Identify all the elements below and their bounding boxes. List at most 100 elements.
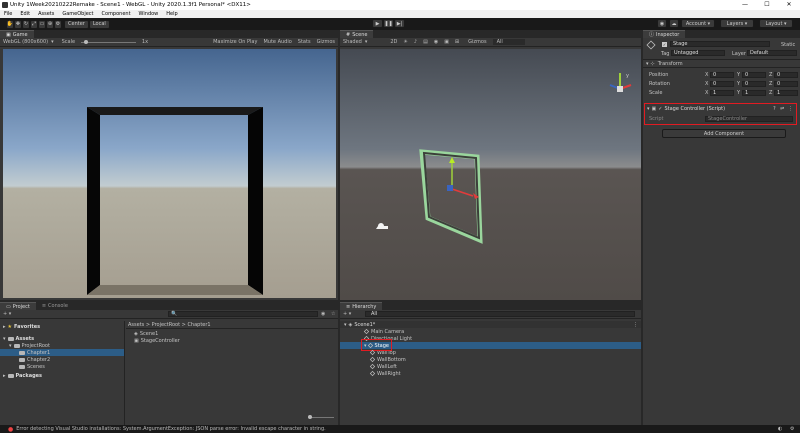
active-checkbox[interactable]: ✓	[662, 42, 667, 47]
tab-scene[interactable]: # Scene	[340, 30, 374, 38]
play-button[interactable]: ▶	[372, 19, 383, 28]
position-x-field[interactable]: 0	[710, 71, 734, 78]
scale-x-field[interactable]: 1	[710, 89, 734, 96]
scale-slider[interactable]	[81, 39, 136, 44]
step-button[interactable]: ▶|	[394, 19, 405, 28]
display-dropdown[interactable]: WebGL (800x600)	[3, 39, 48, 45]
layer-dropdown[interactable]: Default	[747, 50, 797, 56]
minimize-button[interactable]: —	[734, 0, 756, 10]
stats-toggle[interactable]: Stats	[298, 39, 311, 45]
help-icon[interactable]: ?	[773, 106, 776, 112]
component-enabled-checkbox[interactable]: ✓	[658, 106, 662, 112]
collab-icon[interactable]: ◉	[657, 19, 667, 28]
maximize-button[interactable]: ☐	[756, 0, 778, 10]
rotation-z-field[interactable]: 0	[774, 80, 798, 87]
orientation-gizmo[interactable]: y	[609, 73, 632, 92]
tab-game[interactable]: ▣ Game	[0, 30, 34, 38]
scene-root-item[interactable]: ▾ ◈ Scene1* ⋮	[340, 321, 641, 328]
menu-window[interactable]: Window	[139, 11, 159, 17]
tag-dropdown[interactable]: Untagged	[671, 50, 725, 56]
menu-edit[interactable]: Edit	[20, 11, 30, 17]
rotate-tool-button[interactable]: ↻	[22, 19, 30, 29]
hierarchy-item-main-camera[interactable]: Main Camera	[340, 328, 641, 335]
hierarchy-item-wallright[interactable]: WallRight	[340, 370, 641, 377]
maximize-on-play-toggle[interactable]: Maximize On Play	[213, 39, 257, 45]
layers-dropdown[interactable]: Layers ▾	[720, 19, 754, 28]
hierarchy-item-stage[interactable]: ▾ Stage	[340, 339, 641, 351]
component-header[interactable]: ▾ ▣ ✓ Stage Controller (Script) ? ⇌ ⋮	[647, 105, 795, 112]
hierarchy-create-dropdown[interactable]: + ▾	[343, 311, 351, 317]
scene-search-input[interactable]: All	[492, 39, 525, 45]
audio-icon[interactable]: ♪	[414, 39, 417, 45]
gizmos-dropdown[interactable]: Gizmos	[468, 39, 486, 45]
account-dropdown[interactable]: Account ▾	[681, 19, 715, 28]
chapter1-item[interactable]: Chapter1	[0, 349, 124, 356]
scene-menu-icon[interactable]: ⋮	[633, 322, 638, 328]
favorites-item[interactable]: ▸ ★ Favorites	[0, 323, 124, 330]
projectroot-item[interactable]: ▾ ProjectRoot	[0, 342, 124, 349]
cloud-icon[interactable]: ☁	[669, 19, 679, 28]
layout-dropdown[interactable]: Layout ▾	[759, 19, 793, 28]
tab-console[interactable]: ≡ Console	[35, 302, 74, 310]
pivot-center-button[interactable]: Center	[64, 19, 89, 29]
rotation-y-field[interactable]: 0	[742, 80, 766, 87]
gizmos-toggle[interactable]: Gizmos	[317, 39, 335, 45]
project-search-input[interactable]: 🔍	[168, 311, 318, 317]
chapter2-item[interactable]: Chapter2	[0, 356, 124, 363]
position-z-field[interactable]: 0	[774, 71, 798, 78]
effects-icon[interactable]: ▤	[423, 39, 428, 45]
icon-size-slider[interactable]	[308, 415, 334, 419]
pivot-local-button[interactable]: Local	[88, 19, 110, 29]
star-icon[interactable]: ☆	[331, 311, 335, 317]
packages-item[interactable]: ▸ Packages	[0, 372, 124, 379]
file-scene1[interactable]: ◈ Scene1	[126, 330, 338, 337]
script-field[interactable]: StageController	[705, 115, 793, 122]
rotation-x-field[interactable]: 0	[710, 80, 734, 87]
tab-hierarchy[interactable]: ≡ Hierarchy	[340, 302, 383, 310]
scale-tool-button[interactable]: ⤢	[30, 19, 38, 29]
lighting-icon[interactable]: ☀	[403, 39, 407, 45]
hierarchy-search-input[interactable]: All	[365, 311, 635, 317]
shading-dropdown[interactable]: Shaded	[343, 39, 362, 45]
object-name-field[interactable]: Stage	[670, 41, 770, 47]
grid-icon[interactable]: ⊞	[455, 39, 459, 45]
transform-header[interactable]: ▾ ⊹ Transform	[643, 60, 800, 68]
project-content: Assets > ProjectRoot > Chapter1 ◈ Scene1 …	[126, 321, 338, 425]
transform-tool-button[interactable]: ⊕	[46, 19, 54, 29]
hand-tool-button[interactable]: ✋	[6, 19, 14, 29]
scale-y-field[interactable]: 1	[742, 89, 766, 96]
position-y-field[interactable]: 0	[742, 71, 766, 78]
pause-button[interactable]: ❚❚	[383, 19, 394, 28]
tab-inspector[interactable]: ⓘ Inspector	[643, 30, 686, 38]
rect-tool-button[interactable]: ▭	[38, 19, 46, 29]
tab-project[interactable]: ▭ Project	[0, 302, 36, 310]
scenes-item[interactable]: Scenes	[0, 363, 124, 370]
scale-z-field[interactable]: 1	[774, 89, 798, 96]
menu-gameobject[interactable]: GameObject	[62, 11, 93, 17]
hierarchy-item-wallbottom[interactable]: WallBottom	[340, 356, 641, 363]
status-bar[interactable]: ● Error detecting Visual Studio installa…	[0, 425, 800, 433]
scene-viewport[interactable]: y	[340, 49, 641, 300]
eye-icon[interactable]: ◉	[321, 311, 325, 317]
unity-logo-icon	[2, 2, 8, 8]
menu-component[interactable]: Component	[102, 11, 131, 17]
static-toggle[interactable]: Static	[781, 42, 795, 48]
component-menu-icon[interactable]: ⋮	[788, 106, 793, 112]
hidden-objects-icon[interactable]: ◉	[434, 39, 438, 45]
close-button[interactable]: ✕	[778, 0, 800, 10]
camera-icon[interactable]: ▣	[444, 39, 449, 45]
create-dropdown[interactable]: + ▾	[3, 311, 11, 317]
preset-icon[interactable]: ⇌	[780, 106, 784, 112]
menu-assets[interactable]: Assets	[38, 11, 54, 17]
menu-file[interactable]: File	[4, 11, 12, 17]
add-component-button[interactable]: Add Component	[662, 129, 786, 138]
game-viewport[interactable]	[3, 49, 336, 298]
mute-audio-toggle[interactable]: Mute Audio	[263, 39, 291, 45]
assets-item[interactable]: ▾ Assets	[0, 335, 124, 342]
2d-toggle[interactable]: 2D	[390, 39, 397, 45]
move-tool-button[interactable]: ✥	[14, 19, 22, 29]
file-stagecontroller[interactable]: ▣ StageController	[126, 337, 338, 344]
hierarchy-item-wallleft[interactable]: WallLeft	[340, 363, 641, 370]
custom-tool-button[interactable]: ⚙	[54, 19, 62, 29]
menu-help[interactable]: Help	[166, 11, 177, 17]
